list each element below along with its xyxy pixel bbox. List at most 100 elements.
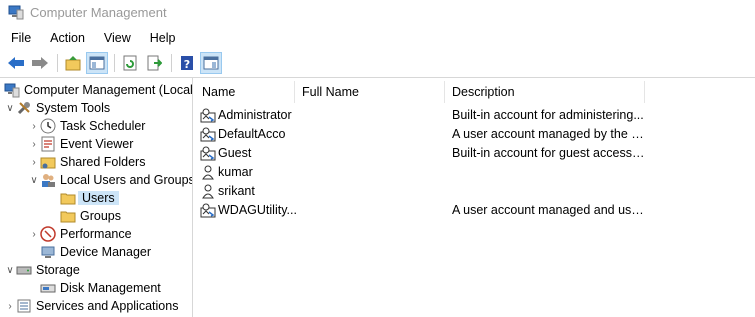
window-title: Computer Management [30, 4, 167, 20]
user-icon [202, 165, 214, 179]
up-folder-icon [65, 56, 81, 71]
clock-icon [40, 118, 56, 134]
tree-item-services-applications[interactable]: › Services and Applications [4, 297, 178, 315]
performance-icon [40, 226, 56, 242]
users-list: Name Full Name Description Administrator… [195, 78, 755, 317]
toolbar: ? [0, 50, 755, 76]
tree-item-performance[interactable]: › Performance [28, 225, 132, 243]
toolbar-separator [114, 54, 115, 72]
users-group-icon [40, 172, 56, 188]
tree-item-label: Disk Management [60, 281, 161, 295]
help-button[interactable]: ? [176, 52, 198, 74]
tree-item-label: System Tools [36, 101, 111, 115]
table-row[interactable]: Guest Built-in account for guest access … [195, 143, 645, 162]
up-one-level-button[interactable] [62, 52, 84, 74]
column-header-name[interactable]: Name [195, 81, 295, 103]
chevron-right-icon[interactable]: › [28, 156, 40, 168]
tree-item-label: Services and Applications [36, 299, 179, 313]
user-icon [200, 108, 216, 122]
device-manager-icon [40, 244, 56, 260]
show-hide-action-pane-icon [203, 56, 219, 70]
chevron-right-icon[interactable]: › [28, 120, 40, 132]
cell-name: kumar [218, 164, 253, 179]
chevron-down-icon[interactable]: ∨ [4, 102, 16, 114]
menu-view[interactable]: View [93, 31, 139, 45]
cell-description: Built-in account for administering... [452, 107, 644, 122]
chevron-right-icon[interactable]: › [28, 228, 40, 240]
show-hide-tree-icon [89, 56, 105, 70]
tree-item-task-scheduler[interactable]: › Task Scheduler [28, 117, 145, 135]
show-hide-console-tree-button[interactable] [86, 52, 108, 74]
folder-icon [60, 208, 76, 224]
event-viewer-icon [40, 136, 56, 152]
help-icon: ? [181, 56, 193, 71]
title-bar: Computer Management [0, 0, 755, 24]
forward-button[interactable] [29, 52, 51, 74]
chevron-down-icon[interactable]: ∨ [28, 174, 40, 186]
chevron-right-icon[interactable]: › [28, 138, 40, 150]
table-row[interactable]: kumar [195, 162, 318, 181]
storage-icon [16, 262, 32, 278]
tree-item-shared-folders[interactable]: › Shared Folders [28, 153, 145, 171]
refresh-button[interactable] [119, 52, 141, 74]
computer-management-icon [8, 5, 24, 20]
tree-item-system-tools[interactable]: ∨ System Tools [4, 99, 110, 117]
services-icon [16, 298, 32, 314]
show-hide-action-pane-button[interactable] [200, 52, 222, 74]
svg-text:?: ? [184, 58, 190, 71]
tree-item-groups[interactable]: Groups [60, 207, 121, 225]
shared-folder-icon [40, 154, 56, 170]
menu-help[interactable]: Help [139, 31, 184, 45]
tree-item-label: Local Users and Groups [60, 173, 193, 187]
cell-name: Guest [218, 145, 252, 160]
tree-item-local-users-groups[interactable]: ∨ Local Users and Groups [28, 171, 193, 189]
cell-name: srikant [218, 183, 255, 198]
tree-item-label: Performance [60, 227, 132, 241]
column-header-full-name[interactable]: Full Name [295, 81, 445, 103]
tree-item-label: Groups [80, 209, 121, 223]
refresh-icon [123, 55, 137, 71]
cell-description: A user account managed by the s... [452, 126, 645, 141]
back-button[interactable] [5, 52, 27, 74]
tree-item-label: Device Manager [60, 245, 152, 259]
table-row[interactable]: WDAGUtility... A user account managed an… [195, 200, 645, 219]
table-row[interactable]: srikant [195, 181, 318, 200]
tree-item-computer-management[interactable]: Computer Management (Local [4, 81, 193, 99]
cell-name: Administrator [218, 107, 292, 122]
toolbar-separator [57, 54, 58, 72]
user-icon [200, 127, 216, 141]
tree-item-label: Task Scheduler [60, 119, 146, 133]
tree-item-label: Shared Folders [60, 155, 146, 169]
menu-bar: File Action View Help [0, 28, 184, 48]
back-icon [8, 57, 24, 69]
chevron-down-icon[interactable]: ∨ [4, 264, 16, 276]
cell-description: Built-in account for guest access t... [452, 145, 645, 160]
export-list-icon [147, 55, 162, 71]
user-icon [200, 146, 216, 160]
cell-name: DefaultAcco [218, 126, 286, 141]
cell-name: WDAGUtility... [218, 202, 297, 217]
disk-management-icon [40, 280, 56, 296]
table-row[interactable]: Administrator Built-in account for admin… [195, 105, 644, 124]
table-row[interactable]: DefaultAcco A user account managed by th… [195, 124, 645, 143]
console-tree: Computer Management (Local ∨ System Tool… [0, 78, 193, 317]
tree-item-label: Event Viewer [60, 137, 134, 151]
menu-file[interactable]: File [0, 31, 39, 45]
column-header-description[interactable]: Description [445, 81, 645, 103]
tree-item-disk-management[interactable]: Disk Management [40, 279, 161, 297]
tree-item-storage[interactable]: ∨ Storage [4, 261, 79, 279]
tools-icon [16, 100, 32, 116]
tree-item-label: Computer Management (Local [24, 83, 193, 97]
tree-item-event-viewer[interactable]: › Event Viewer [28, 135, 133, 153]
tree-item-label: Users [78, 191, 119, 205]
cell-description: A user account managed and use... [452, 202, 645, 217]
menu-action[interactable]: Action [39, 31, 93, 45]
tree-item-users[interactable]: Users [60, 189, 119, 207]
chevron-right-icon[interactable]: › [4, 300, 16, 312]
folder-icon [60, 190, 76, 206]
computer-management-icon [4, 82, 20, 98]
user-icon [202, 184, 214, 198]
user-icon [200, 203, 216, 217]
export-list-button[interactable] [143, 52, 165, 74]
tree-item-device-manager[interactable]: Device Manager [40, 243, 151, 261]
